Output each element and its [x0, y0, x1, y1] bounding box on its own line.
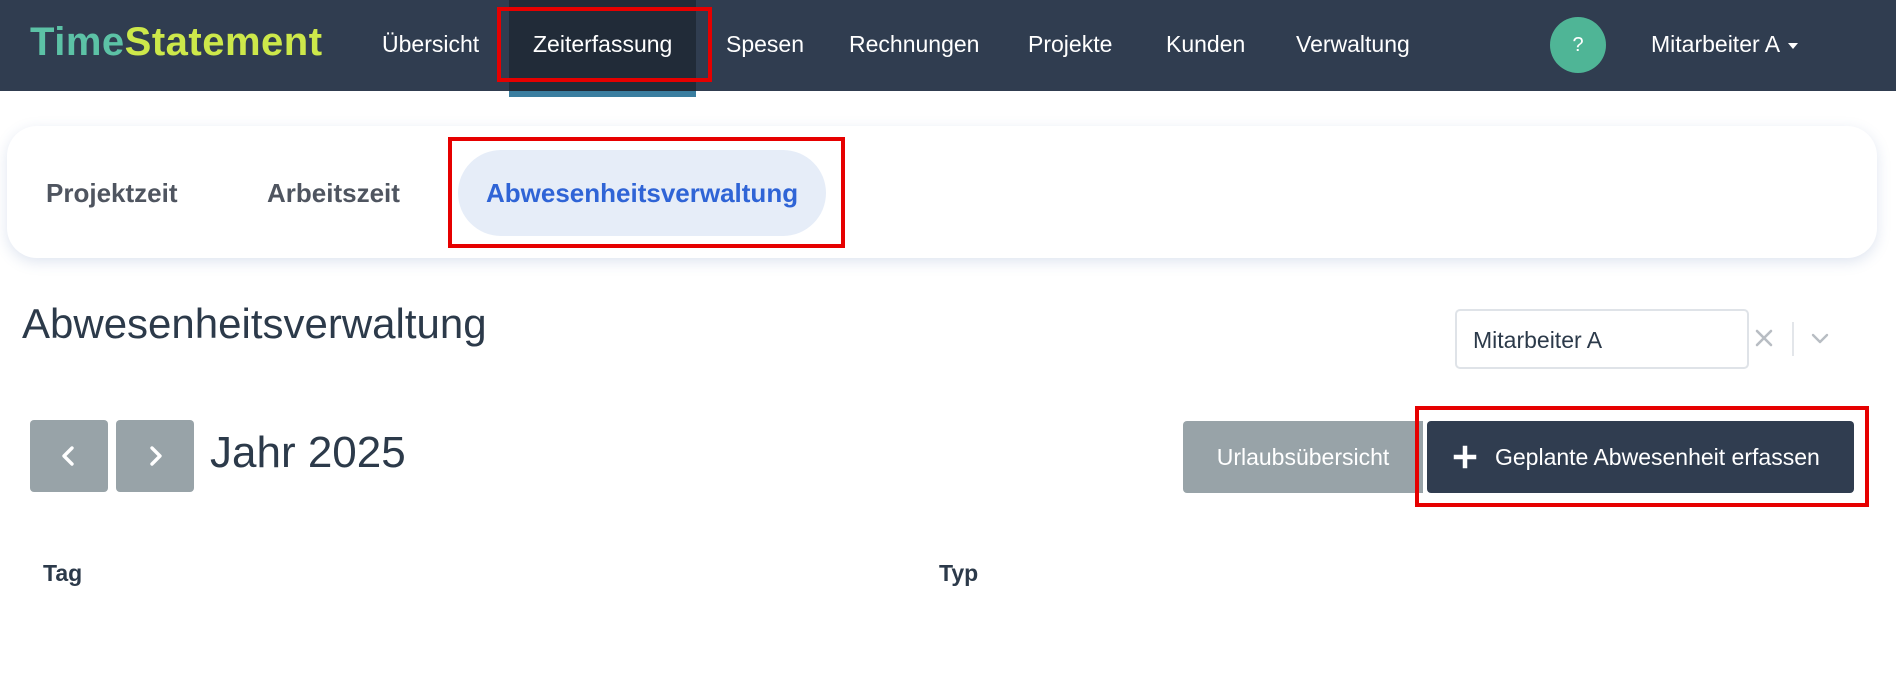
tab-arbeitszeit[interactable]: Arbeitszeit	[267, 150, 400, 236]
nav-item-rechnungen[interactable]: Rechnungen	[849, 0, 979, 91]
select-divider	[1792, 322, 1794, 356]
subnav-tabs: Projektzeit Arbeitszeit Abwesenheitsverw…	[7, 126, 1877, 258]
tab-projektzeit[interactable]: Projektzeit	[46, 150, 178, 236]
nav-item-verwaltung[interactable]: Verwaltung	[1296, 0, 1410, 91]
year-label: Jahr 2025	[210, 428, 406, 477]
table-header-typ: Typ	[939, 560, 979, 586]
tab-abwesenheitsverwaltung[interactable]: Abwesenheitsverwaltung	[458, 150, 827, 236]
chevron-left-icon	[62, 446, 74, 466]
plus-icon	[1453, 445, 1477, 469]
employee-select-value: Mitarbeiter A	[1473, 327, 1603, 353]
page-title: Abwesenheitsverwaltung	[22, 300, 487, 347]
clear-icon[interactable]	[1752, 326, 1776, 350]
next-year-button[interactable]	[116, 420, 194, 492]
top-navbar: TimeStatement Übersicht Zeiterfassung Sp…	[0, 0, 1896, 97]
help-button[interactable]: ?	[1550, 17, 1606, 73]
brand-logo[interactable]: TimeStatement	[30, 20, 323, 65]
employee-select[interactable]: Mitarbeiter A	[1455, 309, 1749, 369]
caret-down-icon	[1788, 42, 1799, 49]
question-icon: ?	[1572, 34, 1584, 56]
chevron-right-icon	[150, 446, 162, 466]
add-planned-absence-button[interactable]: Geplante Abwesenheit erfassen	[1427, 421, 1854, 493]
user-menu[interactable]: Mitarbeiter A	[1651, 0, 1799, 91]
chevron-down-icon[interactable]	[1810, 330, 1830, 348]
nav-item-projekte[interactable]: Projekte	[1028, 0, 1112, 91]
nav-item-kunden[interactable]: Kunden	[1166, 0, 1245, 91]
prev-year-button[interactable]	[30, 420, 108, 492]
nav-item-spesen[interactable]: Spesen	[726, 0, 804, 91]
nav-item-zeiterfassung[interactable]: Zeiterfassung	[509, 0, 697, 97]
vacation-overview-button[interactable]: Urlaubsübersicht	[1183, 421, 1423, 493]
nav-item-uebersicht[interactable]: Übersicht	[382, 0, 479, 91]
active-nav-underline	[509, 91, 697, 97]
table-header-tag: Tag	[43, 560, 83, 586]
